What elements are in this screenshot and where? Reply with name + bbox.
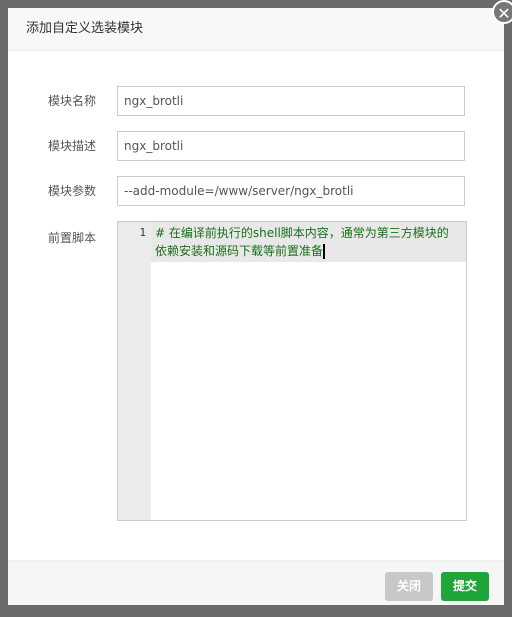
module-desc-label: 模块描述 bbox=[48, 139, 97, 153]
dialog-title: 添加自定义选装模块 bbox=[8, 8, 504, 51]
module-params-input[interactable]: --add-module=/www/server/ngx_brotli bbox=[117, 176, 465, 206]
script-editor[interactable]: 1 # 在编译前执行的shell脚本内容，通常为第三方模块的依赖安装和源码下载等… bbox=[117, 221, 467, 521]
add-module-dialog: 添加自定义选装模块 模块名称 ngx_brotli 模块描述 ngx_brotl… bbox=[8, 8, 504, 605]
submit-button[interactable]: 提交 bbox=[441, 572, 489, 601]
dialog-footer: 关闭 提交 bbox=[8, 560, 504, 605]
editor-gutter bbox=[118, 222, 151, 520]
close-button[interactable]: 关闭 bbox=[385, 572, 433, 601]
script-label: 前置脚本 bbox=[48, 231, 97, 245]
module-params-label: 模块参数 bbox=[48, 184, 97, 198]
line-number: 1 bbox=[139, 226, 146, 239]
text-cursor bbox=[323, 244, 326, 259]
module-desc-input[interactable]: ngx_brotli bbox=[117, 131, 465, 161]
script-text: # 在编译前执行的shell脚本内容，通常为第三方模块的依赖安装和源码下载等前置… bbox=[155, 226, 449, 258]
close-icon[interactable]: ✕ bbox=[492, 0, 512, 24]
script-content[interactable]: # 在编译前执行的shell脚本内容，通常为第三方模块的依赖安装和源码下载等前置… bbox=[155, 224, 460, 260]
module-name-input[interactable]: ngx_brotli bbox=[117, 86, 465, 116]
module-name-label: 模块名称 bbox=[48, 94, 97, 108]
